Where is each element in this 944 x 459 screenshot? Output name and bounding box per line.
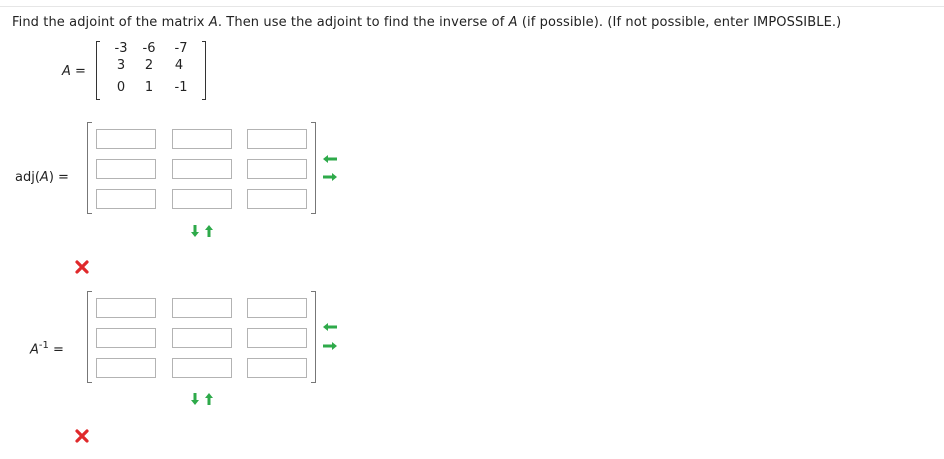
adj-label-var: A bbox=[39, 170, 49, 185]
adj-label: adj(A) = bbox=[15, 170, 69, 185]
adj-cell[interactable] bbox=[96, 129, 156, 149]
adj-input[interactable] bbox=[248, 130, 306, 148]
x-mark-icon bbox=[75, 260, 89, 274]
inverse-input[interactable] bbox=[173, 329, 231, 347]
left-bracket bbox=[87, 291, 92, 383]
question-part: (if possible). (If not possible, enter I… bbox=[517, 15, 842, 30]
inverse-input[interactable] bbox=[97, 299, 155, 317]
matrix-a-cell: 3 bbox=[116, 58, 126, 73]
inverse-cell[interactable] bbox=[247, 298, 307, 318]
inverse-input[interactable] bbox=[248, 359, 306, 377]
adj-cell[interactable] bbox=[96, 159, 156, 179]
arrow-right-icon[interactable] bbox=[322, 341, 338, 351]
top-divider bbox=[0, 6, 944, 7]
adj-input[interactable] bbox=[97, 190, 155, 208]
adj-input[interactable] bbox=[97, 160, 155, 178]
matrix-a-cell: -3 bbox=[114, 41, 128, 56]
adj-matrix bbox=[87, 122, 316, 214]
inverse-label-exponent: -1 bbox=[38, 340, 49, 351]
inverse-input[interactable] bbox=[248, 299, 306, 317]
equals-sign: = bbox=[48, 342, 64, 358]
inverse-cell[interactable] bbox=[96, 358, 156, 378]
adj-label-part: adj( bbox=[15, 170, 40, 185]
arrow-right-icon[interactable] bbox=[322, 172, 338, 182]
adj-input[interactable] bbox=[248, 160, 306, 178]
adj-cell[interactable] bbox=[172, 159, 232, 179]
inverse-input[interactable] bbox=[173, 299, 231, 317]
inverse-cell[interactable] bbox=[96, 298, 156, 318]
question-part: . Then use the adjoint to find the inver… bbox=[217, 15, 509, 30]
adj-input[interactable] bbox=[248, 190, 306, 208]
adj-input[interactable] bbox=[97, 130, 155, 148]
adj-cell[interactable] bbox=[247, 159, 307, 179]
question-var: A bbox=[508, 15, 518, 30]
right-bracket bbox=[311, 122, 316, 214]
adj-cell[interactable] bbox=[172, 129, 232, 149]
matrix-a-cell: 4 bbox=[174, 58, 184, 73]
adj-cell[interactable] bbox=[247, 129, 307, 149]
matrix-a-cell: 0 bbox=[116, 80, 126, 95]
equals-sign: = bbox=[70, 64, 86, 79]
inverse-cell[interactable] bbox=[247, 328, 307, 348]
matrix-a-var: A bbox=[62, 64, 71, 79]
right-bracket bbox=[311, 291, 316, 383]
matrix-a-label: A = bbox=[62, 64, 86, 79]
question-text: Find the adjoint of the matrix A. Then u… bbox=[12, 15, 841, 30]
arrow-left-icon[interactable] bbox=[322, 154, 338, 164]
inverse-cell[interactable] bbox=[247, 358, 307, 378]
matrix-a-cell: -6 bbox=[142, 41, 156, 56]
inverse-input[interactable] bbox=[97, 329, 155, 347]
inverse-matrix bbox=[87, 291, 316, 383]
adj-cell[interactable] bbox=[247, 189, 307, 209]
arrow-up-icon[interactable] bbox=[204, 224, 214, 238]
inverse-cell[interactable] bbox=[172, 358, 232, 378]
inverse-label: A-1 = bbox=[30, 340, 64, 357]
left-bracket bbox=[96, 41, 100, 100]
arrow-up-icon[interactable] bbox=[204, 392, 214, 406]
matrix-a: -3 -6 -7 3 2 4 0 1 -1 bbox=[96, 41, 206, 100]
inverse-input[interactable] bbox=[97, 359, 155, 377]
inverse-cell[interactable] bbox=[172, 328, 232, 348]
right-bracket bbox=[202, 41, 206, 100]
question-part: Find the adjoint of the matrix bbox=[12, 15, 209, 30]
matrix-a-cell: -1 bbox=[174, 80, 188, 95]
adj-cell[interactable] bbox=[172, 189, 232, 209]
matrix-a-cell: 2 bbox=[144, 58, 154, 73]
arrow-left-icon[interactable] bbox=[322, 322, 338, 332]
matrix-a-cell: 1 bbox=[144, 80, 154, 95]
arrow-down-icon[interactable] bbox=[190, 224, 200, 238]
adj-label-part: ) = bbox=[48, 170, 69, 185]
adj-input[interactable] bbox=[173, 130, 231, 148]
left-bracket bbox=[87, 122, 92, 214]
inverse-cell[interactable] bbox=[96, 328, 156, 348]
inverse-input[interactable] bbox=[173, 359, 231, 377]
inverse-cell[interactable] bbox=[172, 298, 232, 318]
adj-input[interactable] bbox=[173, 190, 231, 208]
inverse-label-var: A bbox=[30, 342, 39, 358]
inverse-input[interactable] bbox=[248, 329, 306, 347]
matrix-a-cell: -7 bbox=[174, 41, 188, 56]
question-var: A bbox=[208, 15, 218, 30]
adj-input[interactable] bbox=[173, 160, 231, 178]
arrow-down-icon[interactable] bbox=[190, 392, 200, 406]
adj-cell[interactable] bbox=[96, 189, 156, 209]
x-mark-icon bbox=[75, 429, 89, 443]
